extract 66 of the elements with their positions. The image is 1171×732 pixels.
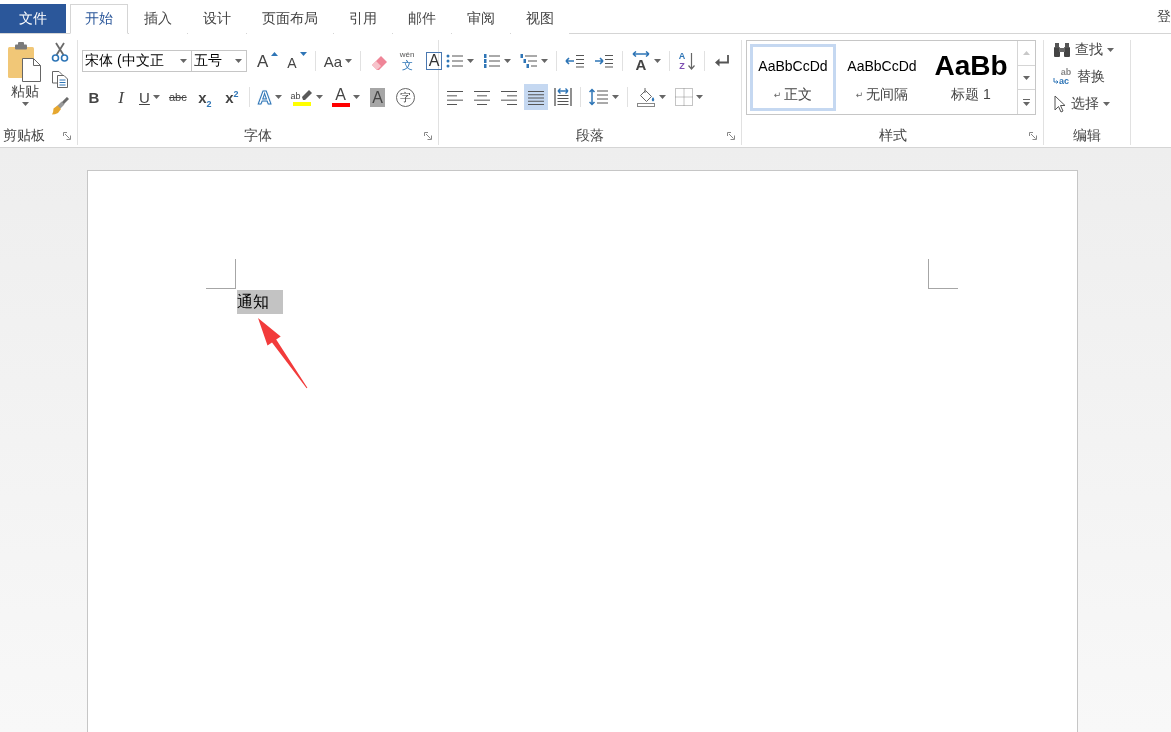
copy-icon — [51, 70, 69, 88]
align-right-icon — [501, 89, 517, 105]
subscript-button[interactable]: x$_{2}$ — [192, 84, 217, 110]
group-label: 剪贴板 — [3, 126, 45, 145]
group-label: 样式 — [878, 126, 907, 145]
character-shading-button[interactable]: A — [365, 84, 390, 110]
down-arrow-icon — [688, 52, 696, 70]
clipboard-icon — [7, 42, 43, 82]
change-case-button[interactable]: Aa — [320, 48, 356, 74]
strikethrough-button[interactable]: abc — [165, 84, 190, 110]
highlighter-pen-icon — [300, 88, 313, 101]
down-triangle-icon — [299, 52, 307, 56]
group-label: 字体 — [244, 126, 272, 145]
corner-mark-icon — [928, 259, 958, 289]
underline-button[interactable]: U — [136, 84, 163, 110]
grow-font-button[interactable]: A — [254, 48, 282, 74]
caret-icon — [180, 59, 187, 63]
asian-layout-button[interactable]: A — [628, 48, 664, 74]
up-triangle-icon — [271, 52, 279, 56]
align-left-icon — [447, 89, 463, 105]
justify-icon — [528, 89, 544, 105]
corner-mark-icon — [206, 259, 236, 289]
align-center-icon — [474, 89, 490, 105]
character-border-button[interactable]: A — [422, 48, 447, 74]
up-triangle-icon — [1023, 50, 1030, 55]
numbered-list-icon — [483, 53, 501, 69]
paintbrush-icon — [51, 97, 69, 115]
font-color-button[interactable]: A — [328, 84, 363, 110]
distribute-icon — [554, 87, 572, 107]
bulleted-list-icon — [446, 53, 464, 69]
superscript-button[interactable]: x$^{2}$ — [219, 84, 244, 110]
return-arrow-icon — [714, 54, 730, 68]
phonetic-guide-button[interactable]: wén 文 — [395, 48, 420, 74]
find-button[interactable]: 查找 — [1049, 38, 1118, 62]
binoculars-icon — [1053, 42, 1071, 58]
highlight-button[interactable]: ab — [287, 84, 326, 110]
cursor-icon — [1053, 95, 1067, 113]
multilevel-list-icon — [520, 53, 538, 69]
line-spacing-icon — [589, 88, 609, 106]
more-icon — [1023, 98, 1030, 106]
double-arrow-icon — [631, 50, 651, 57]
file-tab[interactable]: 文件 — [0, 4, 66, 33]
increase-indent-icon — [594, 54, 614, 68]
borders-icon — [675, 88, 693, 106]
paste-button[interactable]: 粘贴 — [2, 40, 48, 126]
bold-button[interactable]: B — [82, 84, 106, 110]
font-name-field[interactable]: 宋体 (中文正 — [82, 50, 192, 72]
select-button[interactable]: 选择 — [1049, 92, 1118, 116]
style-item[interactable]: AaBbCcDd ↵ 正文 — [750, 44, 836, 111]
caret-icon — [235, 59, 242, 63]
sort-button[interactable]: A Z — [675, 48, 699, 74]
paint-bucket-icon — [636, 87, 656, 107]
group-label: 编辑 — [1073, 126, 1101, 145]
font-size-field[interactable]: 五号 — [191, 50, 247, 72]
scissors-icon — [51, 42, 69, 62]
document-text: 通知 — [237, 290, 283, 314]
shrink-font-button[interactable]: A — [284, 48, 310, 74]
group-label: 段落 — [576, 126, 604, 145]
italic-button[interactable]: I — [109, 84, 133, 110]
account-link[interactable]: 登 — [1157, 7, 1171, 26]
decrease-indent-icon — [565, 54, 585, 68]
annotation-arrow — [258, 318, 308, 389]
down-triangle-icon — [1023, 75, 1030, 80]
justify-button[interactable] — [524, 84, 548, 110]
text-effects-button[interactable]: A — [254, 84, 285, 110]
ribbon-tab[interactable]: 开始 — [70, 4, 128, 34]
